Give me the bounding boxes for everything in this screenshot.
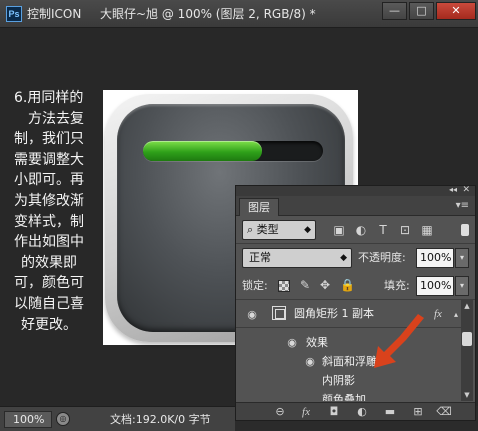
filter-kind-label: 类型 bbox=[256, 223, 279, 236]
window-controls: — □ ✕ bbox=[382, 2, 476, 20]
tutorial-line: 小即可。再 bbox=[14, 172, 84, 189]
blend-mode-select[interactable]: 正常 ◆ bbox=[242, 248, 352, 268]
shape-layer-thumbnail-icon bbox=[272, 306, 286, 320]
tutorial-line: 为其修改渐 bbox=[14, 192, 84, 209]
effect-item-inner-shadow[interactable]: 内阴影 bbox=[322, 373, 355, 389]
new-group-icon[interactable]: ▬ bbox=[382, 405, 398, 419]
document-tab-title[interactable]: 大眼仔~旭 @ 100% (图层 2, RGB/8) * bbox=[100, 6, 316, 22]
lock-all-icon[interactable]: 🔒 bbox=[340, 278, 355, 292]
status-bar: 100% ◎ 文档:192.0K/0 字节 bbox=[0, 406, 235, 431]
tutorial-line: 制，我们只 bbox=[14, 131, 84, 148]
tutorial-line: 作出如图中 bbox=[14, 234, 84, 251]
tutorial-line: 6.用同样的 bbox=[14, 90, 84, 106]
layers-panel: ◂◂ ✕ 图层 ▾≡ ⌕ 类型 ◆ ▣ ◐ T ⊡ ▦ 正常 ◆ 不透明度: 1… bbox=[235, 185, 476, 421]
effect-item-color-overlay[interactable]: 颜色叠加 bbox=[322, 392, 366, 401]
blend-mode-value: 正常 bbox=[249, 251, 271, 264]
close-panel-icon[interactable]: ✕ bbox=[462, 184, 470, 196]
panel-bottom-toolbar: ⊖ fx ◘ ◐ ▬ ⊞ ⌫ bbox=[236, 402, 475, 420]
fill-input[interactable]: 100% bbox=[416, 276, 454, 296]
fx-badge-icon[interactable]: fx bbox=[434, 306, 442, 322]
shape-filter-icon[interactable]: ⊡ bbox=[398, 223, 412, 237]
tutorial-line: 以随自己喜 bbox=[14, 295, 84, 312]
panel-menu-icon[interactable]: ▾≡ bbox=[456, 200, 469, 212]
layer-list: ◉ 圆角矩形 1 副本 fx ▴ ◉ 效果 ◉ 斜面和浮雕 内阴影 颜色叠加 ▲… bbox=[236, 300, 475, 401]
layer-name[interactable]: 圆角矩形 1 副本 bbox=[294, 306, 374, 322]
lock-position-icon[interactable]: ✥ bbox=[318, 278, 332, 292]
add-mask-icon[interactable]: ◘ bbox=[326, 405, 342, 419]
zoom-level-field[interactable]: 100% bbox=[4, 411, 52, 428]
panel-header-strip: ◂◂ ✕ bbox=[236, 184, 475, 196]
visibility-eye-icon[interactable]: ◉ bbox=[244, 308, 260, 322]
opacity-input[interactable]: 100% bbox=[416, 248, 454, 268]
lock-transparency-icon[interactable] bbox=[278, 280, 290, 292]
delete-layer-icon[interactable]: ⌫ bbox=[436, 405, 452, 419]
adjustment-filter-icon[interactable]: ◐ bbox=[354, 223, 368, 237]
scroll-thumb[interactable] bbox=[462, 332, 472, 346]
updown-arrow-icon: ◆ bbox=[340, 253, 347, 263]
tutorial-line: 好更改。 bbox=[21, 316, 77, 333]
collapse-panel-icon[interactable]: ◂◂ bbox=[449, 184, 457, 196]
link-layers-icon[interactable]: ⊖ bbox=[272, 405, 288, 419]
adjustment-layer-icon[interactable]: ◐ bbox=[354, 405, 370, 419]
maximize-button[interactable]: □ bbox=[409, 2, 434, 20]
filter-kind-select[interactable]: ⌕ 类型 ◆ bbox=[242, 220, 316, 240]
tutorial-text: 6.用同样的 方法去复 制，我们只 需要调整大 小即可。再 为其修改渐 变样式，… bbox=[14, 88, 100, 335]
tutorial-line: 的效果即 bbox=[21, 254, 77, 271]
progress-track bbox=[143, 141, 323, 161]
tutorial-line: 可，颜色可 bbox=[14, 275, 84, 292]
blend-row: 正常 ◆ 不透明度: 100% ▾ bbox=[236, 244, 475, 272]
effects-header: 效果 bbox=[306, 336, 328, 349]
pixel-filter-icon[interactable]: ▣ bbox=[332, 223, 346, 237]
tutorial-line: 方法去复 bbox=[28, 110, 84, 127]
updown-arrow-icon: ◆ bbox=[304, 225, 311, 235]
layer-list-scrollbar[interactable]: ▲ ▼ bbox=[461, 300, 473, 401]
tutorial-line: 需要调整大 bbox=[14, 151, 84, 168]
scroll-down-icon[interactable]: ▼ bbox=[462, 390, 472, 400]
type-filter-icon[interactable]: T bbox=[376, 223, 390, 237]
lock-label: 锁定: bbox=[242, 279, 268, 292]
new-layer-icon[interactable]: ⊞ bbox=[410, 405, 426, 419]
document-size-info[interactable]: 文档:192.0K/0 字节 bbox=[110, 411, 211, 428]
tab-layers[interactable]: 图层 bbox=[239, 198, 279, 216]
panel-tab-bar: 图层 ▾≡ bbox=[236, 196, 475, 216]
effect-item-bevel-emboss[interactable]: 斜面和浮雕 bbox=[322, 354, 377, 370]
title-bar: Ps 控制ICON 大眼仔~旭 @ 100% (图层 2, RGB/8) * —… bbox=[0, 0, 478, 28]
search-icon: ⌕ bbox=[247, 223, 254, 236]
progress-fill bbox=[143, 141, 262, 161]
lock-paint-icon[interactable]: ✎ bbox=[298, 278, 312, 292]
minimize-button[interactable]: — bbox=[382, 2, 407, 20]
smart-object-filter-icon[interactable]: ▦ bbox=[420, 223, 434, 237]
add-layer-style-icon[interactable]: fx bbox=[298, 405, 314, 419]
close-button[interactable]: ✕ bbox=[436, 2, 476, 20]
opacity-dropdown-button[interactable]: ▾ bbox=[455, 248, 469, 268]
fill-label: 填充: bbox=[384, 279, 410, 292]
lock-row: 锁定: ✎ ✥ 🔒 填充: 100% ▾ bbox=[236, 272, 475, 300]
opacity-label: 不透明度: bbox=[358, 251, 406, 264]
effects-eye-icon[interactable]: ◉ bbox=[284, 336, 300, 350]
layer-filter-row: ⌕ 类型 ◆ ▣ ◐ T ⊡ ▦ bbox=[236, 216, 475, 244]
fill-dropdown-button[interactable]: ▾ bbox=[455, 276, 469, 296]
effect-eye-icon[interactable]: ◉ bbox=[302, 355, 318, 369]
filter-toggle-switch[interactable] bbox=[461, 224, 469, 236]
photoshop-logo-icon: Ps bbox=[6, 6, 22, 22]
scroll-up-icon[interactable]: ▲ bbox=[462, 301, 472, 311]
layer-row[interactable]: ◉ 圆角矩形 1 副本 fx ▴ bbox=[236, 302, 461, 328]
app-title: 控制ICON bbox=[27, 7, 82, 21]
document-info-icon[interactable]: ◎ bbox=[56, 412, 70, 426]
tutorial-line: 变样式，制 bbox=[14, 213, 84, 230]
